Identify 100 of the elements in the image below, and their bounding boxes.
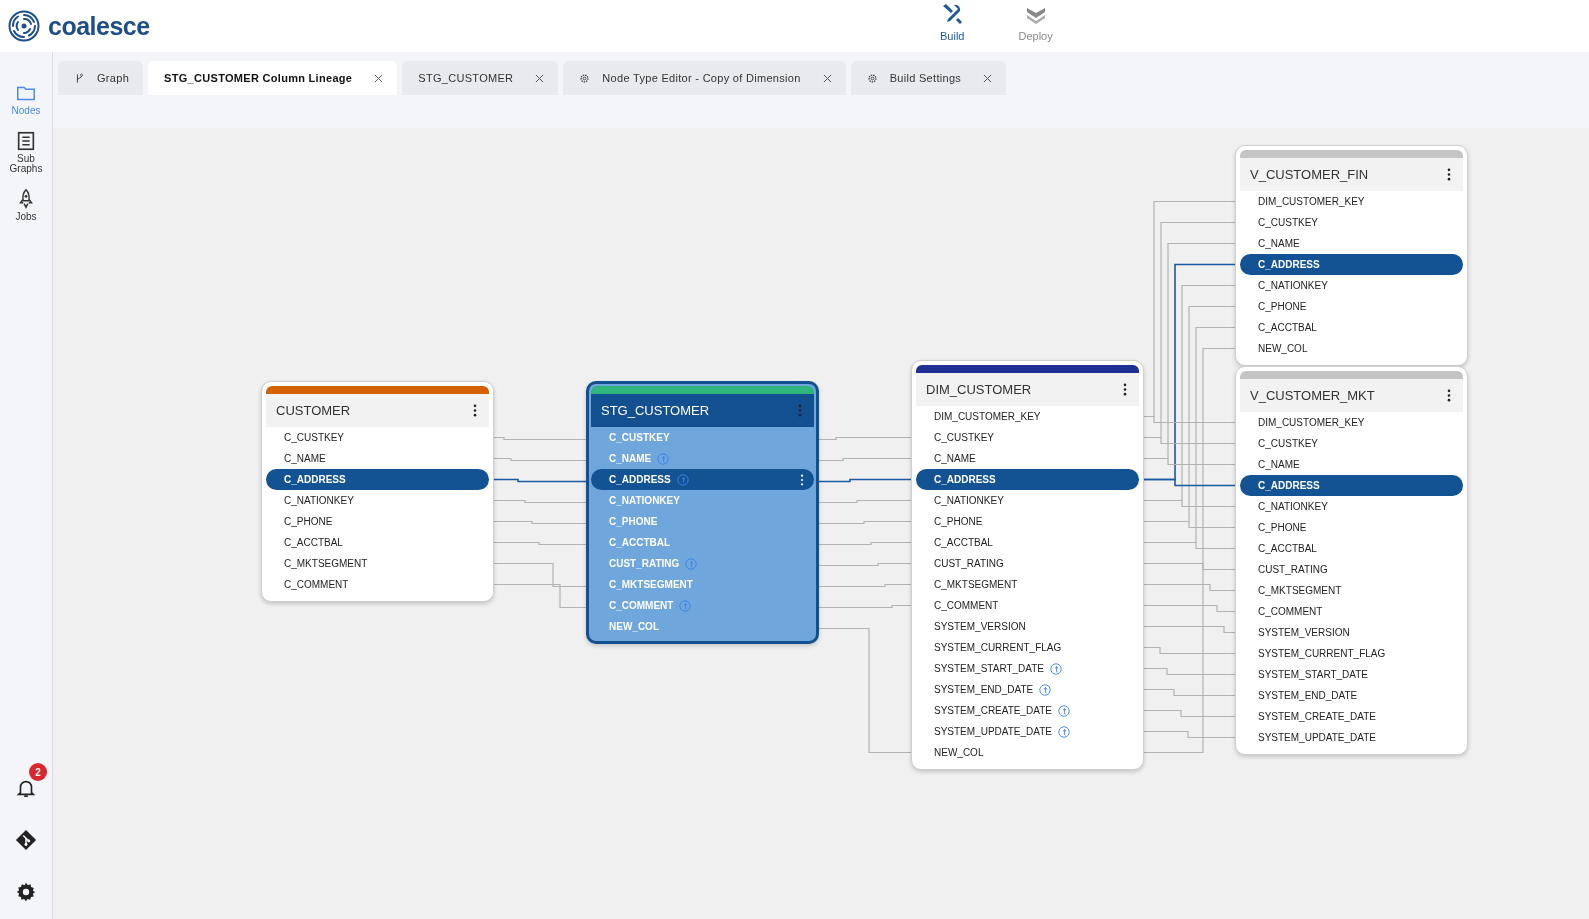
tab[interactable]: Graph	[58, 61, 144, 95]
column-row[interactable]: C_PHONE	[266, 511, 489, 532]
column-row[interactable]: C_ACCTBAL	[1240, 538, 1463, 559]
column-name: C_PHONE	[1258, 301, 1307, 312]
close-icon[interactable]	[374, 73, 384, 83]
column-name: C_MKTSEGMENT	[609, 579, 693, 590]
column-name: SYSTEM_CURRENT_FLAG	[934, 642, 1062, 653]
column-row[interactable]: CUST_RATING	[1240, 559, 1463, 580]
column-row[interactable]: SYSTEM_CREATE_DATE	[916, 700, 1139, 721]
tab[interactable]: STG_CUSTOMER	[402, 61, 559, 95]
column-name: CUST_RATING	[609, 558, 680, 569]
column-row[interactable]: C_CUSTKEY	[916, 427, 1139, 448]
column-name: C_NAME	[1258, 238, 1300, 249]
node-title: DIM_CUSTOMER	[926, 382, 1032, 397]
more-icon[interactable]	[800, 473, 804, 486]
mode-tab[interactable]: Build	[930, 0, 975, 44]
column-name: C_NAME	[284, 453, 326, 464]
column-name: C_ADDRESS	[284, 474, 346, 485]
node-card[interactable]: CUSTOMER C_CUSTKEY C_NAME C_ADDRESS C_NATIONKEY C_PHONE C_ACCTBAL C_MKTSEGMENT C_COMMENT	[261, 381, 494, 602]
mode-tab[interactable]: Deploy	[1008, 0, 1063, 44]
tab[interactable]: Node Type Editor - Copy of Dimension	[563, 61, 846, 95]
column-row[interactable]: C_ACCTBAL	[266, 532, 489, 553]
column-name: SYSTEM_VERSION	[1258, 627, 1350, 638]
column-row[interactable]: C_CUSTKEY	[1240, 433, 1463, 454]
tab[interactable]: Build Settings	[850, 61, 1007, 95]
column-row[interactable]: C_NATIONKEY	[916, 490, 1139, 511]
column-row[interactable]: C_COMMENT	[916, 595, 1139, 616]
column-row[interactable]: C_NAME	[1240, 233, 1463, 254]
sidebar-item[interactable]: Jobs	[1, 188, 51, 222]
column-name: C_CUSTKEY	[1258, 438, 1318, 449]
column-row[interactable]: SYSTEM_UPDATE_DATE	[916, 721, 1139, 742]
column-row[interactable]: C_MKTSEGMENT	[266, 553, 489, 574]
column-row[interactable]: C_COMMENT	[1240, 601, 1463, 622]
column-row[interactable]: C_NAME	[1240, 454, 1463, 475]
column-row[interactable]: C_NATIONKEY	[1240, 275, 1463, 296]
column-name: C_COMMENT	[609, 600, 674, 611]
node-card[interactable]: STG_CUSTOMER C_CUSTKEY C_NAME C_ADDRESS C_NATIONKEY C_PHONE C_ACCTBAL CUST_RATING C_MKTSEGMENT C_COMMENT NEW_COL	[586, 381, 819, 644]
close-icon[interactable]	[535, 73, 545, 83]
column-row[interactable]: C_PHONE	[1240, 517, 1463, 538]
more-icon[interactable]	[1447, 389, 1451, 402]
column-name: C_CUSTKEY	[609, 432, 670, 443]
sidebar-item[interactable]: Sub Graphs	[1, 130, 51, 174]
column-row[interactable]: C_PHONE	[1240, 296, 1463, 317]
gear-icon	[866, 72, 878, 84]
column-row[interactable]: SYSTEM_CURRENT_FLAG	[1240, 643, 1463, 664]
tab-label: Graph	[97, 72, 130, 84]
column-row[interactable]: C_NATIONKEY	[266, 490, 489, 511]
column-row[interactable]: C_ACCTBAL	[1240, 317, 1463, 338]
column-row[interactable]: NEW_COL	[1240, 338, 1463, 359]
git-icon[interactable]	[15, 829, 37, 851]
column-row[interactable]: SYSTEM_VERSION	[916, 616, 1139, 637]
column-name: C_NATIONKEY	[609, 495, 680, 506]
column-row[interactable]: DIM_CUSTOMER_KEY	[1240, 412, 1463, 433]
column-row[interactable]: SYSTEM_END_DATE	[916, 679, 1139, 700]
column-row[interactable]: C_ADDRESS	[1240, 475, 1463, 496]
column-row[interactable]: C_ADDRESS	[591, 469, 814, 490]
column-row[interactable]: SYSTEM_UPDATE_DATE	[1240, 727, 1463, 748]
tab-label: Build Settings	[889, 72, 962, 84]
column-row[interactable]: C_ADDRESS	[266, 469, 489, 490]
column-row[interactable]: SYSTEM_VERSION	[1240, 622, 1463, 643]
settings-icon[interactable]	[15, 881, 37, 903]
column-row[interactable]: C_COMMENT	[266, 574, 489, 595]
column-row[interactable]: C_CUSTKEY	[1240, 212, 1463, 233]
more-icon[interactable]	[473, 404, 477, 417]
node-title: V_CUSTOMER_FIN	[1250, 167, 1369, 182]
more-icon[interactable]	[1123, 383, 1127, 396]
column-row[interactable]: C_NAME	[266, 448, 489, 469]
column-name: C_CUSTKEY	[1258, 217, 1318, 228]
column-name: SYSTEM_END_DATE	[934, 684, 1034, 695]
column-name: SYSTEM_START_DATE	[1258, 669, 1369, 680]
column-row[interactable]: C_CUSTKEY	[266, 427, 489, 448]
column-name: C_MKTSEGMENT	[284, 558, 368, 569]
node-card[interactable]	[911, 360, 1144, 770]
column-row[interactable]: SYSTEM_END_DATE	[1240, 685, 1463, 706]
column-row[interactable]: C_MKTSEGMENT	[916, 574, 1139, 595]
column-row[interactable]: SYSTEM_START_DATE	[916, 658, 1139, 679]
column-row[interactable]: DIM_CUSTOMER_KEY	[1240, 191, 1463, 212]
column-row[interactable]: C_NATIONKEY	[1240, 496, 1463, 517]
column-name: SYSTEM_CREATE_DATE	[934, 705, 1052, 716]
tab[interactable]: STG_CUSTOMER Column Lineage	[148, 61, 398, 95]
column-row[interactable]: C_ACCTBAL	[916, 532, 1139, 553]
column-row[interactable]: C_NAME	[916, 448, 1139, 469]
column-row[interactable]: C_MKTSEGMENT	[1240, 580, 1463, 601]
column-row[interactable]: SYSTEM_CURRENT_FLAG	[916, 637, 1139, 658]
column-row[interactable]: DIM_CUSTOMER_KEY	[916, 406, 1139, 427]
close-icon[interactable]	[822, 73, 832, 83]
column-row[interactable]: CUST_RATING	[916, 553, 1139, 574]
column-row[interactable]: SYSTEM_START_DATE	[1240, 664, 1463, 685]
column-row[interactable]: C_PHONE	[916, 511, 1139, 532]
column-row[interactable]: C_ADDRESS	[1240, 254, 1463, 275]
column-row[interactable]: NEW_COL	[916, 742, 1139, 763]
more-icon[interactable]	[1447, 168, 1451, 181]
tab-label: STG_CUSTOMER	[418, 72, 514, 84]
node-card[interactable]: V_CUSTOMER_FIN DIM_CUSTOMER_KEY C_CUSTKEY C_NAME C_ADDRESS C_NATIONKEY C_PHONE C_ACCTBAL NEW_COL	[1235, 145, 1468, 366]
column-name: C_MKTSEGMENT	[1258, 585, 1342, 596]
column-row[interactable]: SYSTEM_CREATE_DATE	[1240, 706, 1463, 727]
close-icon[interactable]	[983, 73, 993, 83]
column-row[interactable]: C_ADDRESS	[916, 469, 1139, 490]
node-card[interactable]	[1235, 366, 1468, 755]
node-title: STG_CUSTOMER	[601, 403, 710, 418]
